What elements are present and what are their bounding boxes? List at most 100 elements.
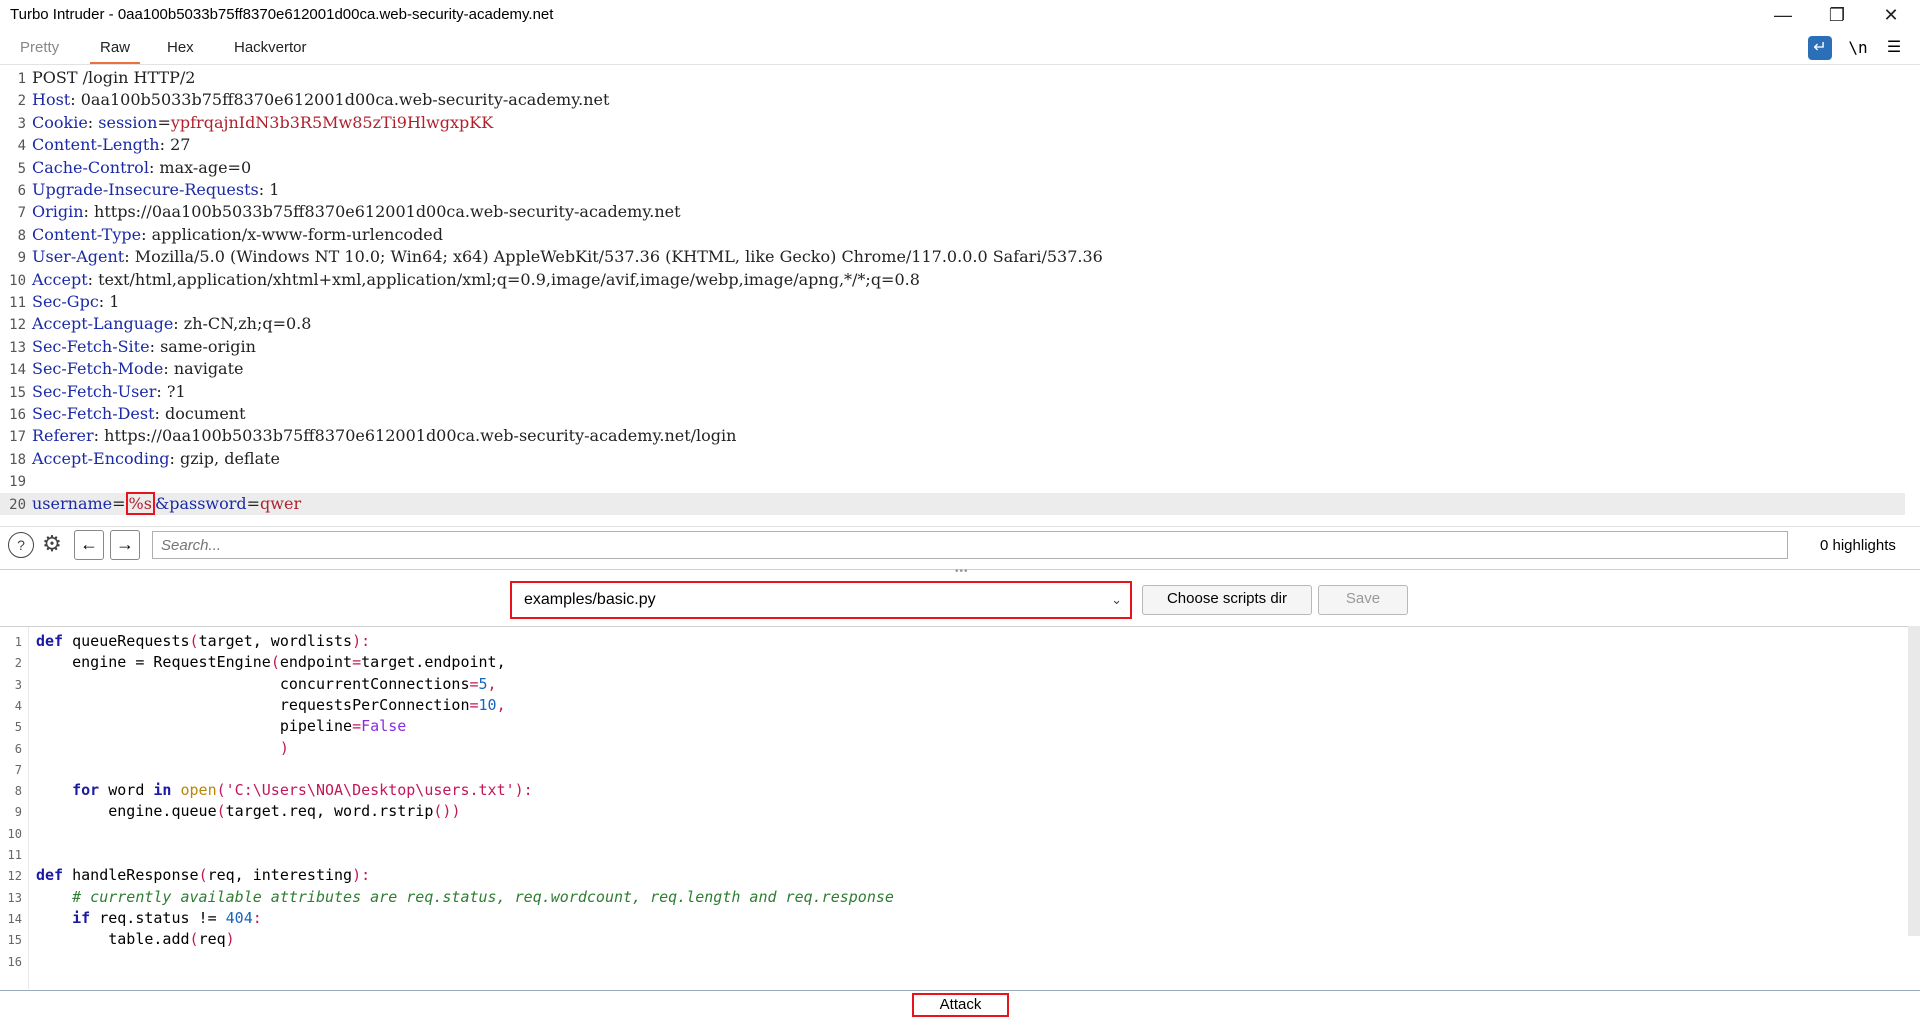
- header-name: Content-Type: [32, 224, 142, 244]
- line-number: 17: [9, 429, 26, 446]
- header-name: User-Agent: [32, 247, 125, 267]
- code-token: ): [279, 738, 289, 757]
- request-line: 16 Sec-Fetch-Dest: document: [0, 403, 246, 425]
- code-line: 14 if req.status != 404:: [0, 908, 1900, 929]
- request-line: 8 Content-Type: application/x-www-form-ur…: [0, 224, 443, 246]
- code-token: (: [189, 632, 199, 650]
- line-number: 5: [14, 720, 22, 735]
- request-line: 12 Accept-Language: zh-CN,zh;q=0.8: [0, 313, 311, 335]
- code-token: :: [361, 632, 371, 650]
- line-number: 14: [9, 362, 26, 379]
- header-separator: :: [173, 314, 184, 334]
- script-select[interactable]: examples/basic.py ⌄: [510, 581, 1132, 619]
- line-number: 16: [7, 954, 22, 969]
- tab-hackvertor[interactable]: Hackvertor: [224, 34, 317, 62]
- line-number: 10: [9, 272, 26, 289]
- header-value: zh-CN,zh;q=0.8: [183, 314, 312, 334]
- line-number: 20: [9, 496, 26, 513]
- line-number: 9: [17, 250, 26, 267]
- header-name: Sec-Fetch-Site: [32, 336, 150, 356]
- show-newlines-button[interactable]: \n: [1846, 36, 1870, 60]
- code-token: def: [36, 632, 64, 650]
- drag-handle-icon[interactable]: •••: [955, 566, 969, 577]
- header-name: POST /login HTTP/2: [32, 68, 196, 87]
- header-value: Mozilla/5.0 (Windows NT 10.0; Win64; x64…: [134, 247, 1103, 267]
- header-name: Accept: [32, 269, 88, 289]
- previous-arrow-icon[interactable]: ←: [74, 530, 104, 560]
- code-token: ,: [496, 695, 506, 714]
- vertical-scrollbar[interactable]: [1908, 626, 1920, 936]
- word-wrap-icon[interactable]: ↵: [1808, 36, 1832, 60]
- line-number: 6: [17, 183, 26, 199]
- cookie-value: ypfrqajnIdN3b3R5Mw85zTi9HlwgxpKK: [170, 112, 494, 132]
- header-name: Accept-Encoding: [32, 448, 170, 468]
- request-editor[interactable]: 1 POST /login HTTP/2 2 Host: 0aa100b5033b75…: [0, 67, 1920, 522]
- code-line: 7: [0, 759, 1900, 780]
- gear-icon[interactable]: ⚙: [40, 532, 64, 556]
- tab-hex[interactable]: Hex: [157, 34, 204, 62]
- tab-pretty[interactable]: Pretty: [10, 34, 69, 62]
- header-name: Accept-Language: [32, 314, 174, 334]
- code-token: if: [72, 908, 91, 927]
- code-text: engine = RequestEngine(endpoint=target.e…: [36, 652, 506, 673]
- code-line: 12 def handleResponse(req, interesting):: [0, 865, 1900, 886]
- body-value-password: qwer: [260, 493, 302, 513]
- code-token: (: [189, 930, 199, 949]
- line-number: 9: [14, 805, 22, 820]
- code-token: 10: [478, 695, 497, 714]
- header-value: document: [165, 404, 246, 423]
- code-token: =: [469, 695, 479, 714]
- header-value: https://0aa100b5033b75ff8370e612001d00ca…: [104, 426, 737, 446]
- choose-scripts-dir-button[interactable]: Choose scripts dir: [1142, 585, 1312, 615]
- line-number: 15: [9, 384, 26, 401]
- code-token: target, wordlists: [198, 632, 353, 650]
- request-line: 10 Accept: text/html,application/xhtml+xm…: [0, 269, 920, 291]
- code-token: pipeline: [36, 717, 353, 736]
- code-text: ): [36, 738, 289, 759]
- header-name: Sec-Gpc: [32, 292, 99, 311]
- minimize-icon[interactable]: —: [1762, 2, 1804, 28]
- request-line: 18 Accept-Encoding: gzip, deflate: [0, 448, 280, 470]
- header-name: Cache-Control: [32, 157, 149, 177]
- code-token: req.status !=: [90, 908, 226, 927]
- header-separator: :: [149, 336, 161, 356]
- help-icon[interactable]: ?: [8, 532, 34, 558]
- code-token: :: [252, 908, 262, 927]
- line-number: 4: [17, 138, 26, 155]
- header-name: Cookie: [32, 112, 88, 132]
- code-token: target.endpoint,: [361, 653, 506, 672]
- header-separator: :: [83, 202, 95, 222]
- close-icon[interactable]: ✕: [1870, 2, 1912, 28]
- save-button[interactable]: Save: [1318, 585, 1408, 615]
- search-input[interactable]: [152, 531, 1788, 559]
- header-name: Upgrade-Insecure-Requests: [32, 180, 259, 199]
- code-token: ,: [487, 674, 497, 693]
- header-separator: :: [141, 224, 152, 244]
- header-name: Referer: [32, 426, 94, 446]
- header-value: application/x-www-form-urlencoded: [151, 224, 444, 244]
- code-token: 5: [478, 674, 488, 693]
- code-token: ): [451, 802, 461, 821]
- header-name: Origin: [32, 202, 84, 222]
- code-token: def: [36, 866, 64, 885]
- request-line: 15 Sec-Fetch-User: ?1: [0, 381, 186, 403]
- next-arrow-icon[interactable]: →: [110, 530, 140, 560]
- request-line: 6 Upgrade-Insecure-Requests: 1: [0, 179, 280, 201]
- code-token: handleResponse: [63, 866, 199, 885]
- script-editor[interactable]: 1 def queueRequests(target, wordlists): 2 …: [0, 626, 1908, 989]
- request-line: 7 Origin: https://0aa100b5033b75ff8370e61…: [0, 201, 681, 223]
- header-separator: :: [98, 292, 110, 311]
- code-text: if req.status != 404:: [36, 908, 262, 929]
- code-token: (: [270, 653, 280, 672]
- restore-icon[interactable]: ❐: [1816, 2, 1858, 28]
- header-separator: :: [70, 90, 81, 110]
- request-line: 14 Sec-Fetch-Mode: navigate: [0, 358, 243, 380]
- tab-raw[interactable]: Raw: [90, 34, 141, 64]
- attack-button[interactable]: Attack: [912, 993, 1009, 1017]
- line-number: 8: [17, 227, 26, 244]
- request-line: 1 POST /login HTTP/2: [0, 67, 196, 89]
- hamburger-menu-icon[interactable]: ☰: [1882, 36, 1906, 60]
